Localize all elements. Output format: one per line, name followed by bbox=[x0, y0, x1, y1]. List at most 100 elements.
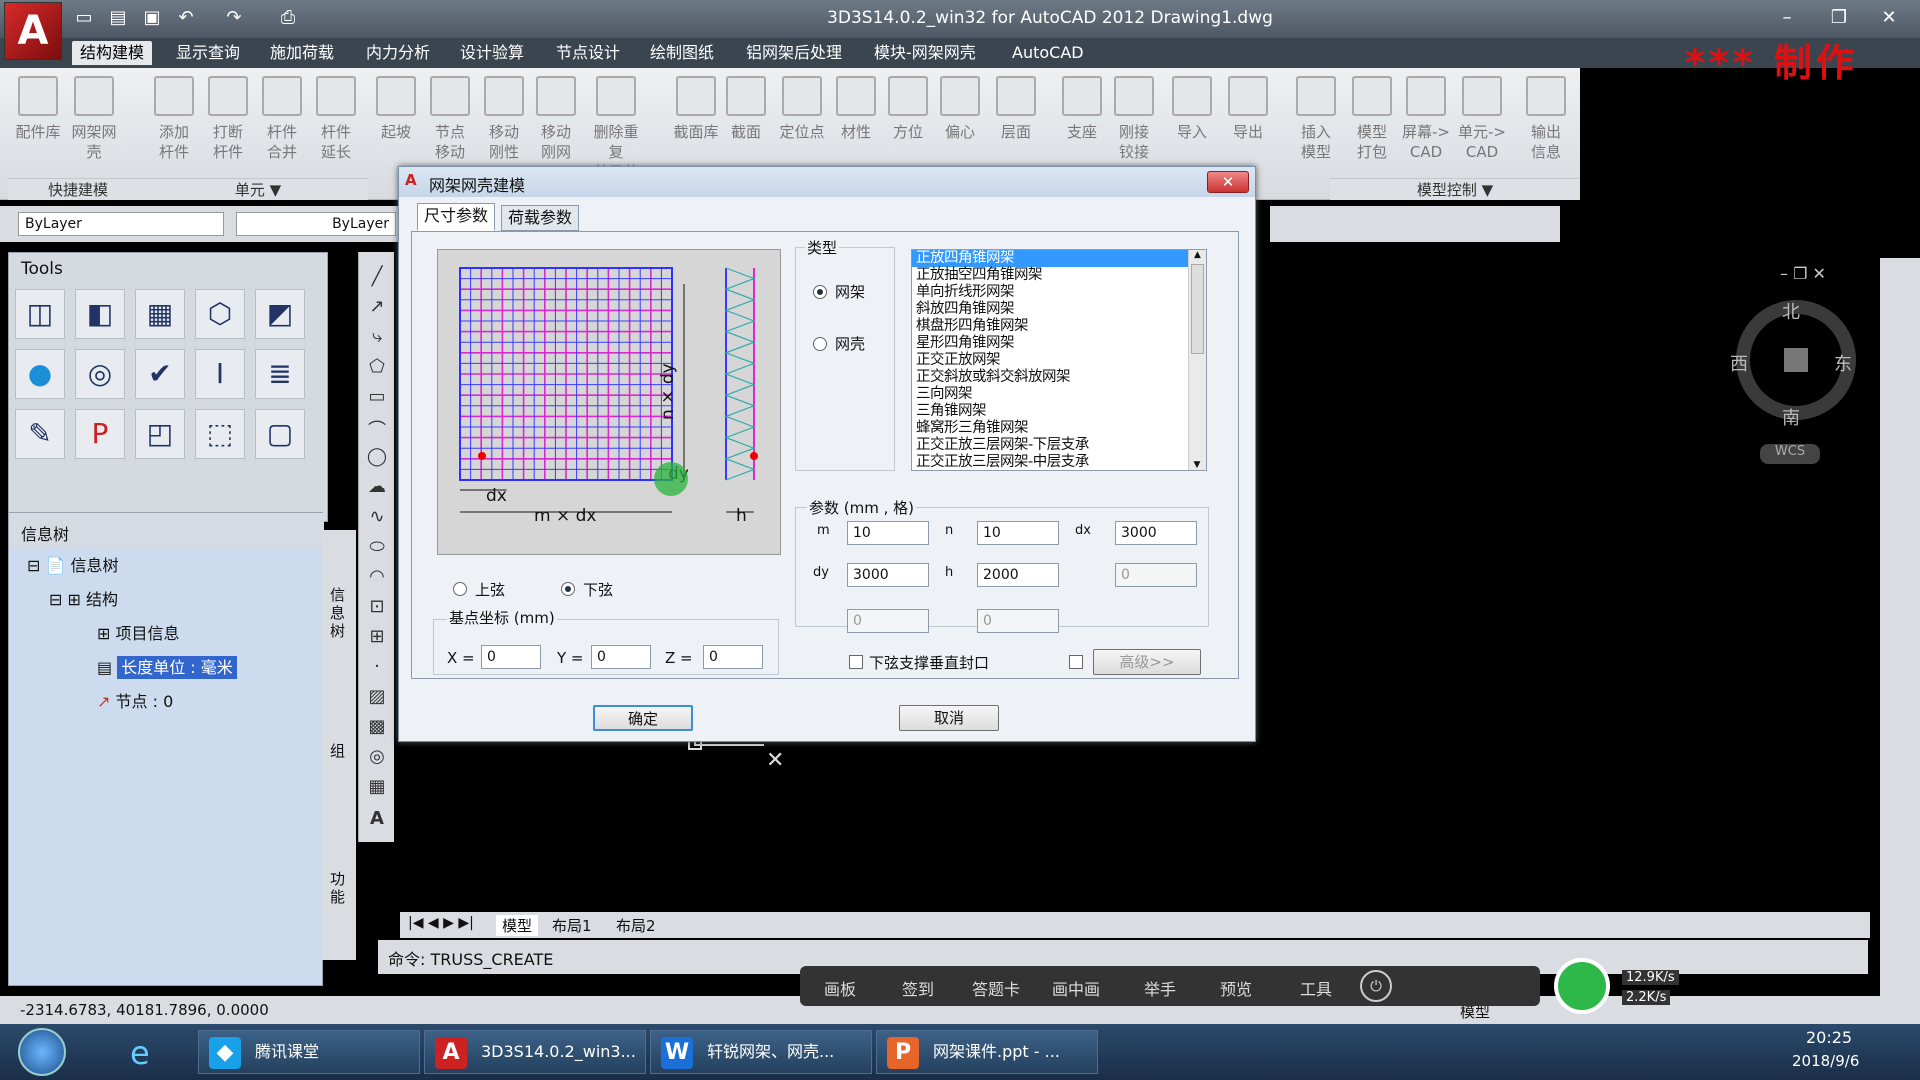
list-item[interactable]: 单向折线形网架 bbox=[912, 284, 1206, 301]
list-item[interactable]: 三向网架 bbox=[912, 386, 1206, 403]
base-z-input[interactable]: 0 bbox=[703, 645, 763, 669]
speed-meter-icon[interactable] bbox=[1554, 958, 1610, 1014]
pop-board[interactable]: 画板 bbox=[824, 976, 856, 1000]
new-file-icon[interactable]: ▭ bbox=[72, 6, 96, 30]
gradient-icon[interactable]: ▩ bbox=[365, 716, 389, 740]
dialog-close-button[interactable]: ✕ bbox=[1207, 171, 1249, 193]
open-file-icon[interactable]: ▤ bbox=[106, 6, 130, 30]
menu-analysis[interactable]: 内力分析 bbox=[358, 41, 438, 65]
menu-display[interactable]: 显示查询 bbox=[168, 41, 248, 65]
close-icon[interactable]: ✕ bbox=[1872, 6, 1906, 30]
scroll-down-icon[interactable]: ▼ bbox=[1189, 460, 1205, 470]
spline-icon[interactable]: ∿ bbox=[365, 506, 389, 530]
tab-nav-arrows[interactable]: |◀ ◀ ▶ ▶| bbox=[408, 915, 474, 931]
layer-combo[interactable]: ByLayer bbox=[18, 212, 224, 236]
ribbon-button-1[interactable]: 网架网壳 bbox=[68, 76, 120, 186]
param-extra1-input[interactable]: 0 bbox=[1115, 563, 1197, 587]
tree-project-info[interactable]: ⊞ 项目信息 bbox=[97, 619, 180, 649]
start-button-icon[interactable] bbox=[18, 1028, 66, 1076]
box-icon[interactable]: ◫ bbox=[15, 289, 65, 339]
radio-grid[interactable] bbox=[813, 285, 827, 299]
ribbon-button-4[interactable]: 杆件 合并 bbox=[256, 76, 308, 186]
param-dx-input[interactable]: 3000 bbox=[1115, 521, 1197, 545]
undo-icon[interactable]: ↶ bbox=[174, 6, 198, 30]
i-beam-icon[interactable]: I bbox=[195, 349, 245, 399]
minimize-icon[interactable]: – bbox=[1770, 6, 1804, 30]
tree-root[interactable]: ⊟ 📄 信息树 bbox=[27, 551, 119, 581]
tab-size-params[interactable]: 尺寸参数 bbox=[417, 203, 496, 231]
menu-joint[interactable]: 节点设计 bbox=[548, 41, 628, 65]
pen-icon[interactable]: ✎ bbox=[15, 409, 65, 459]
list-item[interactable]: 正放四角锥网架 bbox=[912, 250, 1206, 267]
radio-top-chord[interactable] bbox=[453, 582, 467, 596]
frame-icon[interactable]: ▢ bbox=[255, 409, 305, 459]
list-item[interactable]: 正放抽空四角锥网架 bbox=[912, 267, 1206, 284]
make-block-icon[interactable]: ⊞ bbox=[365, 626, 389, 650]
hexahedron-icon[interactable]: ⬡ bbox=[195, 289, 245, 339]
xline-icon[interactable]: ↗ bbox=[365, 296, 389, 320]
redo-icon[interactable]: ↷ bbox=[222, 6, 246, 30]
menu-load[interactable]: 施加荷载 bbox=[262, 41, 342, 65]
advanced-button[interactable]: 高级>> bbox=[1093, 649, 1201, 675]
list-item[interactable]: 三角锥网架 bbox=[912, 403, 1206, 420]
param-extra2-input[interactable]: 0 bbox=[847, 609, 929, 633]
layers-icon[interactable]: ≣ bbox=[255, 349, 305, 399]
ellipse-icon[interactable]: ⬭ bbox=[365, 536, 389, 560]
insert-block-icon[interactable]: ⊡ bbox=[365, 596, 389, 620]
ribbon-button-3[interactable]: 打断 杆件 bbox=[202, 76, 254, 186]
task-ppt[interactable]: P 网架课件.ppt - ... bbox=[876, 1030, 1098, 1074]
mtext-icon[interactable]: A bbox=[365, 808, 389, 832]
param-n-input[interactable]: 10 bbox=[977, 521, 1059, 545]
arc-icon[interactable]: ⌒ bbox=[365, 416, 389, 441]
side-tab-function[interactable]: 功能 bbox=[330, 870, 348, 906]
menu-model[interactable]: 结构建模 bbox=[72, 41, 153, 65]
ribbon-button-26[interactable]: 输出 信息 bbox=[1520, 76, 1572, 186]
clock-date[interactable]: 2018/9/6 bbox=[1792, 1052, 1859, 1070]
ribbon-button-25[interactable]: 单元-> CAD bbox=[1456, 76, 1508, 186]
list-scrollbar[interactable]: ▲ ▼ bbox=[1188, 250, 1206, 470]
rectangle-icon[interactable]: ▭ bbox=[365, 386, 389, 410]
print-icon[interactable]: ⎙ bbox=[276, 6, 300, 30]
ribbon-button-24[interactable]: 屏幕-> CAD bbox=[1400, 76, 1452, 186]
sphere-icon[interactable]: ● bbox=[15, 349, 65, 399]
list-item[interactable]: 斜放四角锥网架 bbox=[912, 301, 1206, 318]
torus-icon[interactable]: ◎ bbox=[75, 349, 125, 399]
list-item[interactable]: 星形四角锥网架 bbox=[912, 335, 1206, 352]
properties-icon[interactable]: P bbox=[75, 409, 125, 459]
scroll-up-icon[interactable]: ▲ bbox=[1189, 250, 1206, 260]
revcloud-icon[interactable]: ☁ bbox=[365, 476, 389, 500]
tab-layout1[interactable]: 布局1 bbox=[552, 915, 592, 936]
list-item[interactable]: 正交正放网架 bbox=[912, 352, 1206, 369]
polygon-icon[interactable]: ⬠ bbox=[365, 356, 389, 380]
task-3d3s[interactable]: A 3D3S14.0.2_win3... bbox=[424, 1030, 646, 1074]
cancel-button[interactable]: 取消 bbox=[899, 705, 999, 731]
radio-shell[interactable] bbox=[813, 337, 827, 351]
solid-cube-icon[interactable]: ▦ bbox=[135, 289, 185, 339]
ellipse-arc-icon[interactable]: ◠ bbox=[365, 566, 389, 590]
viewcube-top[interactable] bbox=[1784, 348, 1808, 372]
param-m-input[interactable]: 10 bbox=[847, 521, 929, 545]
group-model-control[interactable]: 模型控制 ▼ bbox=[1330, 178, 1580, 200]
ribbon-button-5[interactable]: 杆件 延长 bbox=[310, 76, 362, 186]
ribbon-button-22[interactable]: 插入 模型 bbox=[1290, 76, 1342, 186]
ok-button[interactable]: 确定 bbox=[593, 705, 693, 731]
list-item[interactable]: 蜂窝形三角锥网架 bbox=[912, 420, 1206, 437]
menu-grid-module[interactable]: 模块-网架网壳 bbox=[866, 41, 984, 65]
circle-icon[interactable]: ◯ bbox=[365, 446, 389, 470]
clock-time[interactable]: 20:25 bbox=[1806, 1028, 1852, 1047]
hatch-icon[interactable]: ▨ bbox=[365, 686, 389, 710]
section-icon[interactable]: ◰ bbox=[135, 409, 185, 459]
task-tencent-class[interactable]: ◆ 腾讯课堂 bbox=[198, 1030, 420, 1074]
base-y-input[interactable]: 0 bbox=[591, 645, 651, 669]
list-item[interactable]: 正交斜放或斜交斜放网架 bbox=[912, 369, 1206, 386]
ribbon-button-2[interactable]: 添加 杆件 bbox=[148, 76, 200, 186]
menu-alu-post[interactable]: 铝网架后处理 bbox=[738, 41, 850, 65]
wcs-badge[interactable]: WCS bbox=[1760, 444, 1820, 464]
grid-type-list[interactable]: 正放四角锥网架 正放抽空四角锥网架 单向折线形网架 斜放四角锥网架 棋盘形四角锥… bbox=[911, 249, 1207, 471]
base-x-input[interactable]: 0 bbox=[481, 645, 541, 669]
tab-load-params[interactable]: 荷载参数 bbox=[501, 205, 580, 231]
pop-preview[interactable]: 预览 bbox=[1220, 976, 1252, 1000]
linetype-combo[interactable]: ByLayer bbox=[236, 212, 396, 236]
param-h-input[interactable]: 2000 bbox=[977, 563, 1059, 587]
polyline-icon[interactable]: ⤷ bbox=[365, 326, 389, 350]
